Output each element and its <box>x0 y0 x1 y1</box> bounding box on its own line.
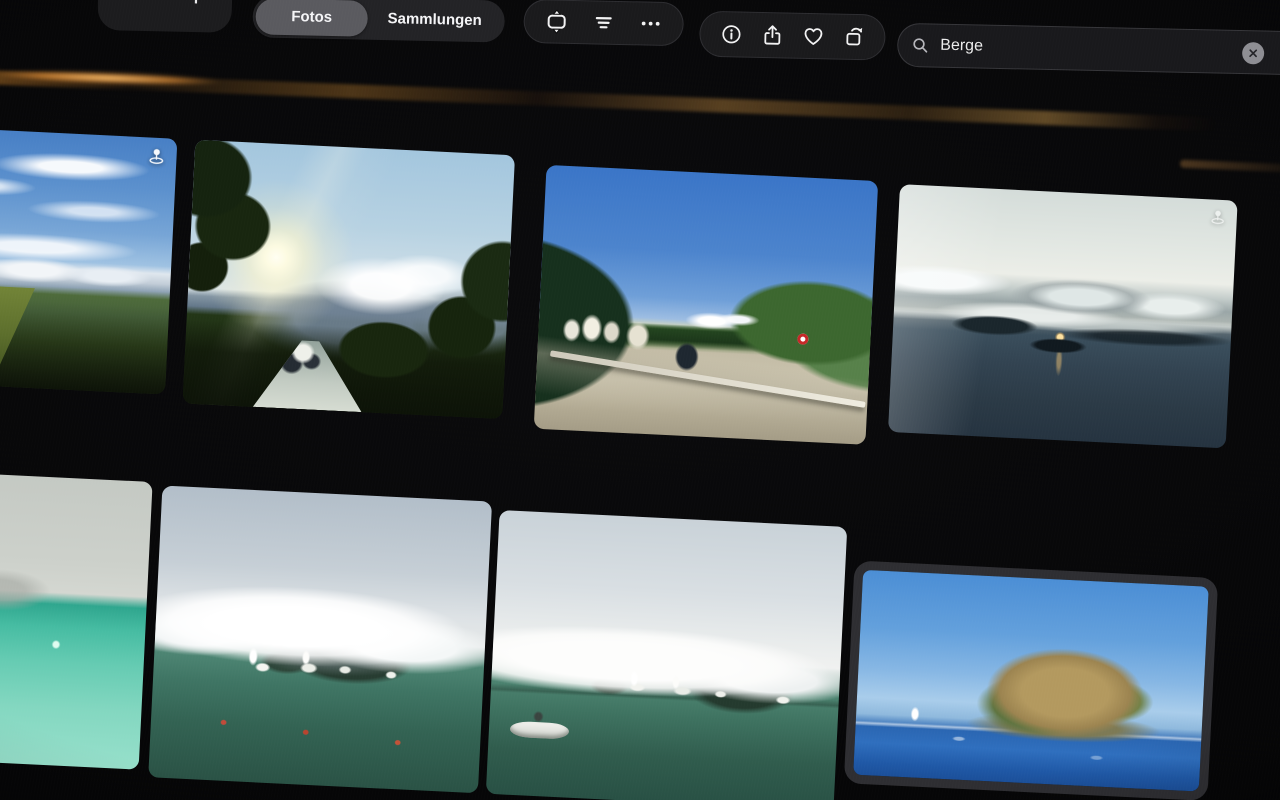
dinghy-art <box>510 721 570 739</box>
photo-thumbnail-8[interactable] <box>853 570 1209 792</box>
photos-app-screen: + Fotos Sammlungen <box>0 0 1280 800</box>
highway-art <box>253 338 365 412</box>
photo-thumbnail-6[interactable] <box>148 486 492 794</box>
clear-circle-icon <box>1247 47 1259 59</box>
photo-thumbnail-2[interactable] <box>183 140 516 419</box>
speed-sign-art <box>797 333 809 345</box>
location-badge-icon <box>1208 207 1227 231</box>
location-badge-icon <box>146 145 167 171</box>
photo-thumbnail-3[interactable] <box>534 165 879 445</box>
photo-thumbnail-7[interactable] <box>486 510 847 800</box>
photo-thumbnail-4[interactable] <box>888 184 1238 448</box>
guardrail-art <box>550 350 866 408</box>
photo-thumbnail-1[interactable] <box>0 127 177 395</box>
photo-thumbnail-5[interactable] <box>0 470 153 770</box>
photo-shade <box>0 295 169 394</box>
